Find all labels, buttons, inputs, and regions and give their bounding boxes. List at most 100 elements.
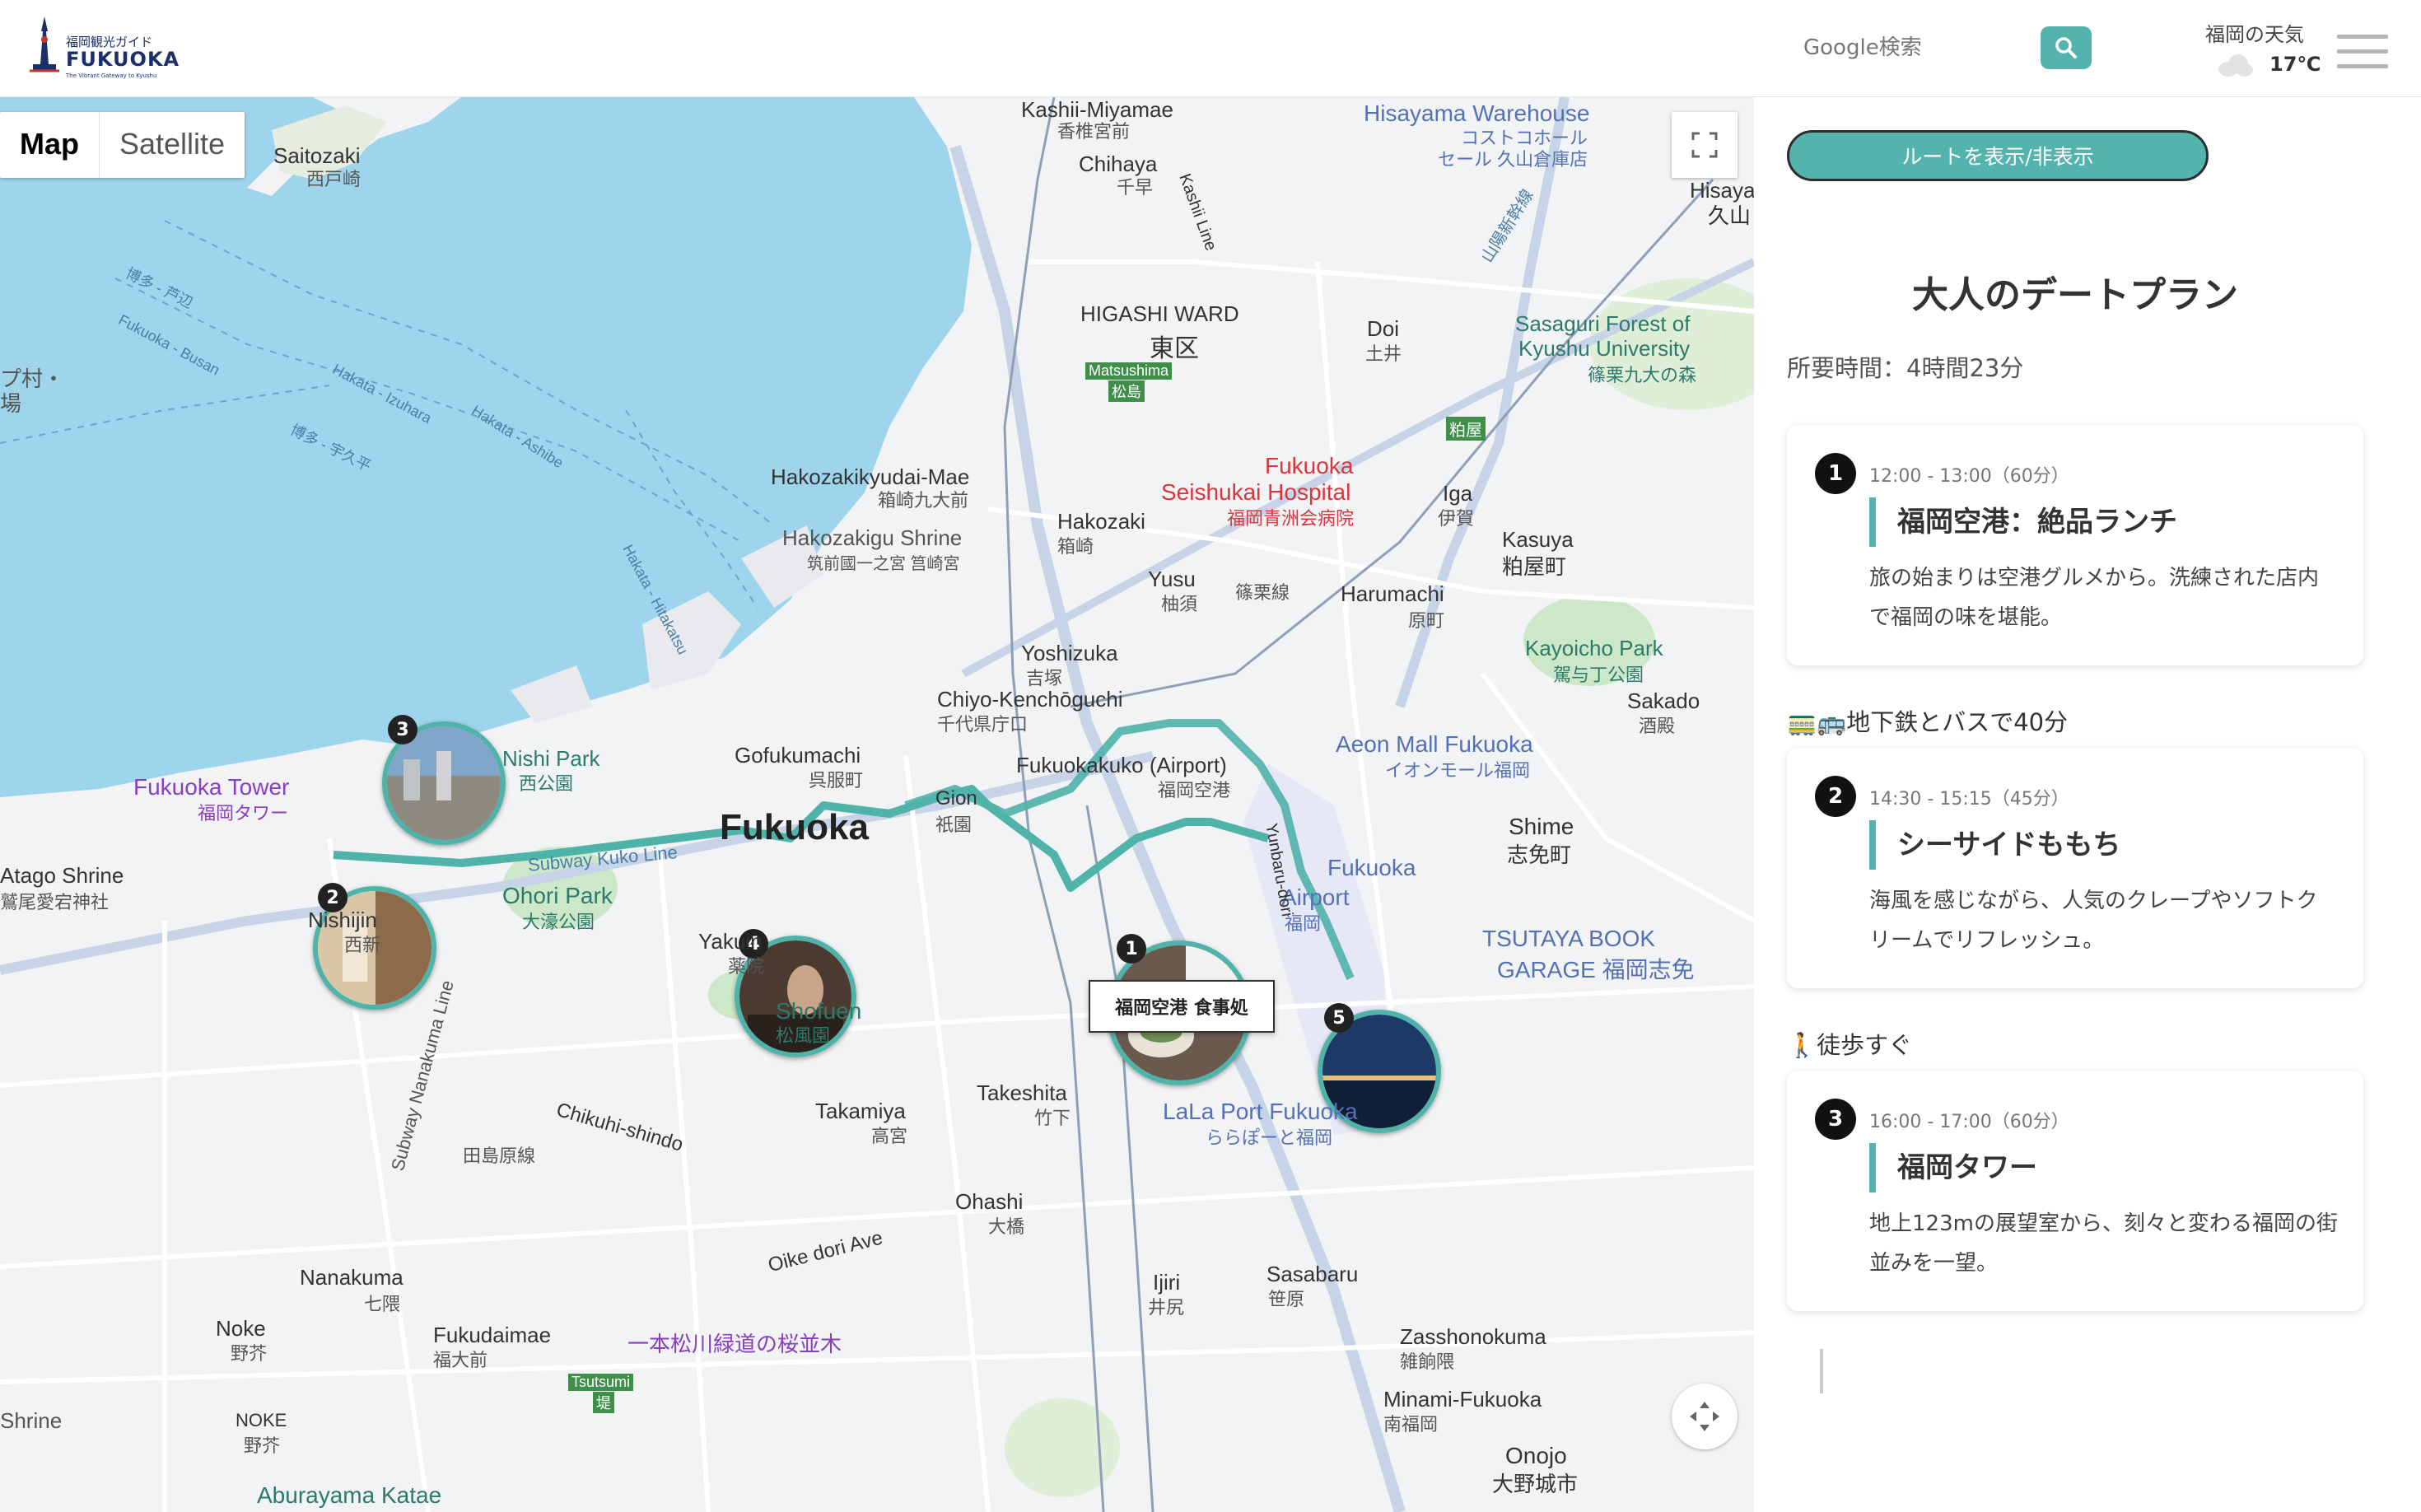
map-label-sasabaru-ja: 笹原 (1268, 1289, 1305, 1309)
transit-info-1: 🚃🚌地下鉄とバスで40分 (1787, 708, 2069, 736)
map-label-fukudaimae: Fukudaimae (433, 1323, 552, 1347)
map-label-takeshita: Takeshita (977, 1080, 1067, 1105)
fullscreen-button[interactable] (1672, 112, 1738, 178)
map-label-gion-ja: 祇園 (935, 814, 973, 835)
plan-panel: ルートを表示/非表示 大人のデートプラン 所要時間：4時間23分 1 12:00… (1754, 97, 2421, 1512)
map-label-doi: Doi (1367, 316, 1400, 341)
map-label-takeshita-ja: 竹下 (1034, 1108, 1071, 1128)
site-header: 福岡観光ガイド FUKUOKA The Vibrant Gateway to K… (0, 0, 2421, 97)
map-label-zasshonokuma-ja: 雑餉隈 (1400, 1351, 1455, 1372)
map-label-harumachi-ja: 原町 (1408, 610, 1445, 631)
map-label-fukudaimae-ja: 福大前 (433, 1350, 488, 1370)
map-label-lalaport-ja: ららぽーと福岡 (1206, 1127, 1333, 1148)
stop-name: 福岡空港：絶品ランチ (1869, 497, 2177, 547)
map-label-shrine: Shrine (0, 1408, 63, 1433)
map-label-tajima: 田島原線 (463, 1146, 536, 1166)
map-type-control: Map Satellite (0, 112, 245, 178)
stop-card-3[interactable]: 3 16:00 - 17:00（60分） 福岡タワー 地上123mの展望室から、… (1787, 1071, 2363, 1311)
weather-temperature: 17℃ (2269, 53, 2321, 76)
map-label-hakozakikyudai-ja: 箱崎九大前 (878, 490, 969, 511)
map-label-nishijin: Nishijin (308, 908, 377, 932)
map-type-satellite-button[interactable]: Satellite (100, 112, 245, 178)
fukuoka-logo[interactable]: 福岡観光ガイド FUKUOKA The Vibrant Gateway to K… (26, 15, 179, 79)
map-label-hakozaki: Hakozaki (1057, 509, 1145, 534)
stop-time: 14:30 - 15:15（45分） (1869, 789, 2069, 810)
map-label-iga-ja: 伊賀 (1438, 508, 1475, 529)
plan-duration: 所要時間：4時間23分 (1787, 354, 2024, 382)
route-map[interactable]: Map Satellite 3 2 4 1 5 福岡空港 食事処 Kashii-… (0, 97, 1754, 1512)
map-label-ohashi-ja: 大橋 (988, 1216, 1025, 1237)
map-label-doi-ja: 土井 (1365, 343, 1402, 364)
map-label-ijiri-ja: 井尻 (1148, 1297, 1185, 1318)
cloud-icon (2218, 54, 2253, 77)
map-label-shime-ja: 志免町 (1507, 842, 1572, 867)
map-label-minami-ja: 南福岡 (1383, 1414, 1439, 1435)
map-label-matsushima: Matsushima (1085, 362, 1173, 380)
map-label-sasaguri-line: 篠栗線 (1235, 582, 1290, 603)
map-label-yakuin: Yakuin (698, 929, 763, 954)
map-label-hisaya-ja: 久山 (1708, 203, 1752, 228)
map-label-kasuya: Kasuya (1502, 527, 1574, 552)
pan-arrows-icon (1690, 1402, 1719, 1431)
map-label-gofukumachi: Gofukumachi (735, 743, 861, 768)
map-label-sasaya: 粕屋 (1446, 417, 1486, 441)
stop-number-badge: 3 (1815, 1099, 1856, 1140)
map-label-minami: Minami-Fukuoka (1383, 1387, 1542, 1412)
timeline-end-line (1820, 1349, 1823, 1393)
map-label-yakuin-ja: 薬院 (728, 956, 765, 977)
map-label-sasaguri2: Kyushu University (1518, 336, 1691, 361)
map-label-tsutaya1: TSUTAYA BOOK (1482, 926, 1656, 951)
map-label-fukuoka-city: Fukuoka (720, 807, 869, 847)
map-label-sasabaru: Sasabaru (1266, 1262, 1359, 1286)
map-label-chiyo: Chiyo-Kenchōguchi (937, 687, 1123, 712)
map-label-atago-ja: 鷲尾愛宕神社 (0, 892, 110, 912)
map-label-matsukawa: 一本松川緑道の桜並木 (627, 1332, 842, 1356)
map-label-nanakuma-ja: 七隈 (364, 1294, 401, 1314)
map-info-popup[interactable]: 福岡空港 食事処 (1089, 980, 1275, 1033)
map-label-noke2: NOKE (236, 1410, 287, 1430)
map-label-hakozakigu-ja: 筑前國一之宮 筥崎宮 (807, 555, 960, 573)
weather-title: 福岡の天気 (2205, 23, 2304, 46)
stop-marker-5-number: 5 (1324, 1003, 1354, 1033)
map-type-map-button[interactable]: Map (0, 112, 100, 178)
search-button[interactable] (2041, 26, 2092, 69)
map-label-chiyo-ja: 千代県庁口 (937, 714, 1029, 735)
menu-icon[interactable] (2337, 35, 2388, 71)
map-label-yusu: Yusu (1148, 567, 1196, 591)
stop-card-1[interactable]: 1 12:00 - 13:00（60分） 福岡空港：絶品ランチ 旅の始まりは空港… (1787, 425, 2363, 665)
map-label-noke2-ja: 野芥 (244, 1435, 281, 1456)
map-label-hisayama-ja2: セール 久山倉庫店 (1438, 149, 1588, 170)
map-label-nishipark: Nishi Park (502, 746, 600, 771)
stop-number-badge: 2 (1815, 776, 1856, 817)
stop-card-2[interactable]: 2 14:30 - 15:15（45分） シーサイドももち 海風を感じながら、人… (1787, 748, 2363, 988)
map-label-hakozakigu: Hakozakigu Shrine (782, 525, 963, 550)
map-label-aburayama: Aburayama Katae (257, 1482, 442, 1508)
map-label-nanakuma: Nanakuma (300, 1265, 404, 1290)
map-label-harumachi: Harumachi (1341, 581, 1444, 606)
stop-name: シーサイドももち (1869, 820, 2120, 870)
map-label-yusu-ja: 柚須 (1161, 594, 1198, 614)
route-toggle-button[interactable]: ルートを表示/非表示 (1787, 130, 2209, 181)
stop-marker-3-number: 3 (388, 715, 417, 744)
stop-description: 海風を感じながら、人気のクレープやソフトクリームでリフレッシュ。 (1869, 889, 2318, 953)
fullscreen-icon (1691, 132, 1718, 158)
map-label-aeon: Aeon Mall Fukuoka (1336, 731, 1533, 757)
map-label-iga: Iga (1443, 481, 1473, 506)
map-label-yoshizuka: Yoshizuka (1021, 641, 1118, 665)
map-label-gofukumachi-ja: 呉服町 (809, 770, 864, 791)
map-label-kashii-ja: 香椎宮前 (1057, 121, 1131, 142)
map-label-ohashi: Ohashi (955, 1189, 1024, 1214)
camera-control-button[interactable] (1672, 1384, 1738, 1449)
map-label-lalaport: LaLa Port Fukuoka (1163, 1099, 1358, 1124)
map-label-seishukai2: Seishukai Hospital (1161, 479, 1351, 505)
map-label-saitozaki-ja: 西戸崎 (306, 169, 362, 189)
map-label-ohori: Ohori Park (502, 883, 613, 908)
map-label-hakozaki-ja: 箱崎 (1057, 536, 1094, 557)
map-label-shime: Shime (1509, 814, 1574, 839)
google-search-input[interactable] (1803, 31, 2001, 64)
map-label-ijiri: Ijiri (1153, 1270, 1181, 1295)
transit-info-2: 🚶徒歩すぐ (1787, 1031, 1913, 1059)
map-label-fukuokatower-ja: 福岡タワー (198, 803, 289, 824)
map-label-noke-ja: 野芥 (231, 1343, 268, 1364)
map-label-fukuokaairport: Fukuoka (1327, 855, 1416, 880)
